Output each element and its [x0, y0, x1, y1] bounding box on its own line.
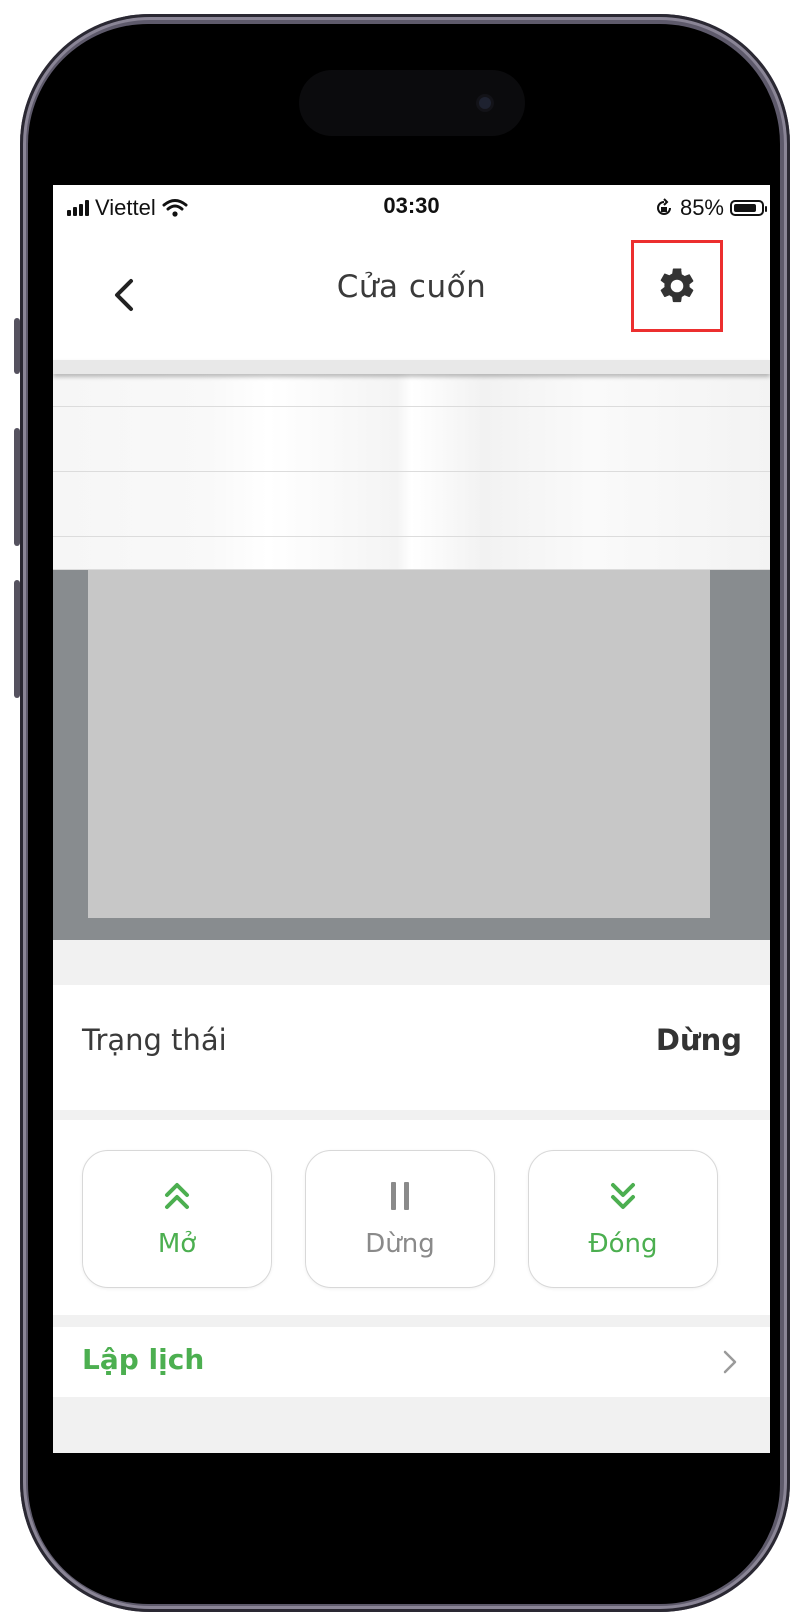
nav-bar: Cửa cuốn	[53, 237, 770, 367]
door-slat	[53, 536, 770, 570]
dynamic-island	[299, 70, 525, 136]
battery-icon	[730, 200, 767, 216]
door-slat	[53, 439, 770, 472]
door-slats	[53, 374, 770, 570]
close-button-label: Đóng	[588, 1229, 658, 1259]
close-button[interactable]: Đóng	[528, 1150, 718, 1288]
open-button[interactable]: Mở	[82, 1150, 272, 1288]
battery-percent: 85%	[679, 195, 724, 220]
double-chevron-up-icon	[165, 1183, 189, 1209]
door-slat	[53, 374, 770, 407]
rolling-door-illustration	[53, 360, 770, 940]
settings-button[interactable]	[631, 240, 723, 332]
gear-icon	[660, 268, 694, 303]
chevron-right-icon	[723, 1350, 737, 1374]
door-opening	[88, 570, 710, 918]
open-button-label: Mở	[157, 1229, 197, 1259]
status-value: Dừng	[655, 1023, 742, 1057]
stop-button-label: Dừng	[365, 1229, 435, 1259]
orientation-lock-icon	[656, 198, 671, 215]
stop-button[interactable]: Dừng	[305, 1150, 495, 1288]
door-slat	[53, 406, 770, 440]
action-panel: Mở Dừng Đóng	[53, 1120, 770, 1315]
status-right: 85%	[654, 195, 767, 221]
door-top-rail	[53, 360, 770, 374]
schedule-label: Lập lịch	[82, 1343, 205, 1376]
door-slat	[53, 504, 770, 537]
schedule-row[interactable]: Lập lịch	[53, 1327, 770, 1397]
status-bar: Viettel 03:30 85%	[53, 185, 770, 237]
double-chevron-down-icon	[611, 1183, 635, 1209]
status-row: Trạng thái Dừng	[53, 985, 770, 1110]
camera-lens	[479, 97, 491, 109]
status-label: Trạng thái	[82, 1023, 227, 1057]
app-screen: Viettel 03:30 85% Cửa cuốn Trạng thái Dừ…	[53, 185, 770, 1453]
pause-icon	[391, 1182, 409, 1210]
door-slat	[53, 471, 770, 505]
